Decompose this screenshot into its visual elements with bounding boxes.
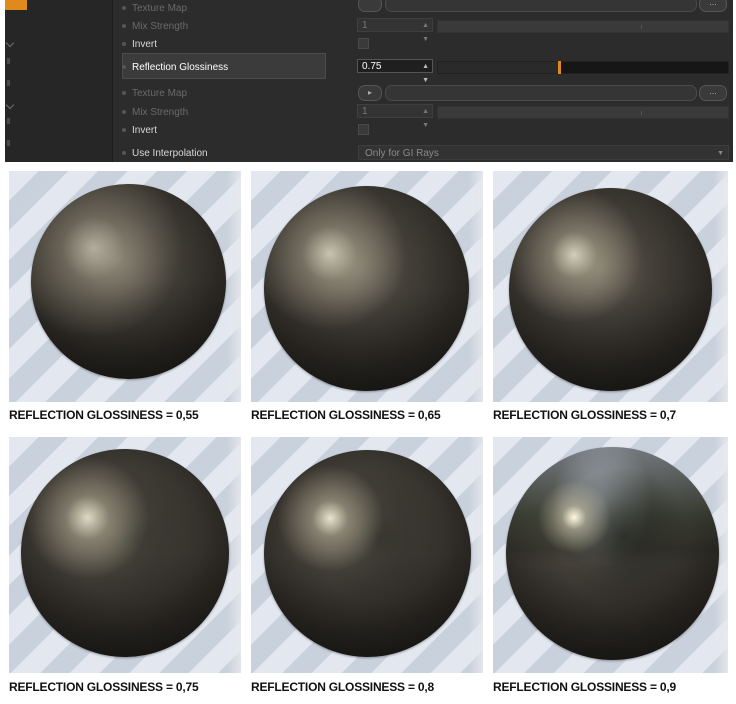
texture-browse-button[interactable]: ... — [699, 0, 727, 12]
sphere-render — [264, 450, 471, 657]
use-interpolation-row: Use Interpolation Only for GI Rays ▼ — [119, 144, 729, 162]
mix-strength-input[interactable]: 1 ▲ ▼ — [357, 104, 433, 129]
sphere-render — [21, 449, 229, 657]
left-column — [5, 0, 113, 162]
render-preview — [493, 437, 728, 673]
chevron-down-icon: ▼ — [717, 150, 724, 157]
mix-strength-row: Mix Strength 1 ▲ ▼ — [119, 17, 729, 43]
texture-connect-button[interactable] — [358, 0, 382, 12]
invert-row: Invert — [119, 121, 729, 139]
texture-map-row: Texture Map ▸ ... — [119, 84, 729, 102]
render-preview — [9, 437, 241, 673]
interpolation-select[interactable]: Only for GI Rays ▼ — [358, 145, 729, 160]
sphere-render — [506, 447, 719, 660]
mix-strength-label: Mix Strength — [132, 106, 189, 118]
sample-caption: REFLECTION GLOSSINESS = 0,8 — [251, 680, 434, 694]
texture-map-row: Texture Map ... — [119, 0, 729, 17]
collapse-icon — [7, 58, 10, 64]
sample-caption: REFLECTION GLOSSINESS = 0,7 — [493, 408, 676, 422]
reflection-glossiness-input[interactable]: 0.75 ▲ ▼ — [357, 59, 433, 84]
sample-caption: REFLECTION GLOSSINESS = 0,65 — [251, 408, 441, 422]
reflection-glossiness-slider[interactable] — [437, 61, 729, 74]
sphere-render — [31, 184, 226, 379]
invert-label: Invert — [132, 38, 158, 50]
sample-caption: REFLECTION GLOSSINESS = 0,75 — [9, 680, 199, 694]
sample-caption: REFLECTION GLOSSINESS = 0,9 — [493, 680, 676, 694]
render-preview — [493, 171, 728, 402]
invert-row: Invert — [119, 35, 729, 53]
collapse-icon — [7, 140, 10, 146]
texture-map-label: Texture Map — [132, 87, 188, 99]
render-preview — [251, 437, 483, 673]
invert-checkbox[interactable] — [358, 124, 369, 135]
render-preview — [9, 171, 241, 402]
reflection-glossiness-row: Reflection Glossiness 0.75 ▲ ▼ — [119, 58, 729, 84]
slider-handle[interactable] — [558, 61, 561, 74]
check-icon — [5, 100, 15, 110]
sphere-render — [509, 188, 712, 391]
texture-map-label: Texture Map — [132, 2, 188, 14]
sample-caption: REFLECTION GLOSSINESS = 0,55 — [9, 408, 199, 422]
attribute-panel: Texture Map ... Mix Strength 1 ▲ ▼ Invert… — [5, 0, 733, 162]
active-tab-marker[interactable] — [5, 0, 27, 10]
texture-path-field[interactable] — [385, 85, 697, 101]
mix-strength-slider[interactable] — [437, 20, 729, 33]
sphere-render — [264, 186, 469, 391]
check-icon — [5, 38, 15, 48]
mix-strength-label: Mix Strength — [132, 20, 189, 32]
render-preview — [251, 171, 483, 402]
texture-browse-button[interactable]: ... — [699, 85, 727, 101]
use-interpolation-label: Use Interpolation — [132, 147, 208, 159]
texture-connect-button[interactable]: ▸ — [358, 85, 382, 101]
mix-strength-row: Mix Strength 1 ▲ ▼ — [119, 103, 729, 129]
mix-strength-input[interactable]: 1 ▲ ▼ — [357, 18, 433, 43]
invert-checkbox[interactable] — [358, 38, 369, 49]
mix-strength-slider[interactable] — [437, 106, 729, 119]
reflection-glossiness-label: Reflection Glossiness — [132, 61, 229, 73]
invert-label: Invert — [132, 124, 158, 136]
collapse-icon — [7, 118, 10, 124]
texture-path-field[interactable] — [385, 0, 697, 12]
collapse-icon — [7, 80, 10, 86]
